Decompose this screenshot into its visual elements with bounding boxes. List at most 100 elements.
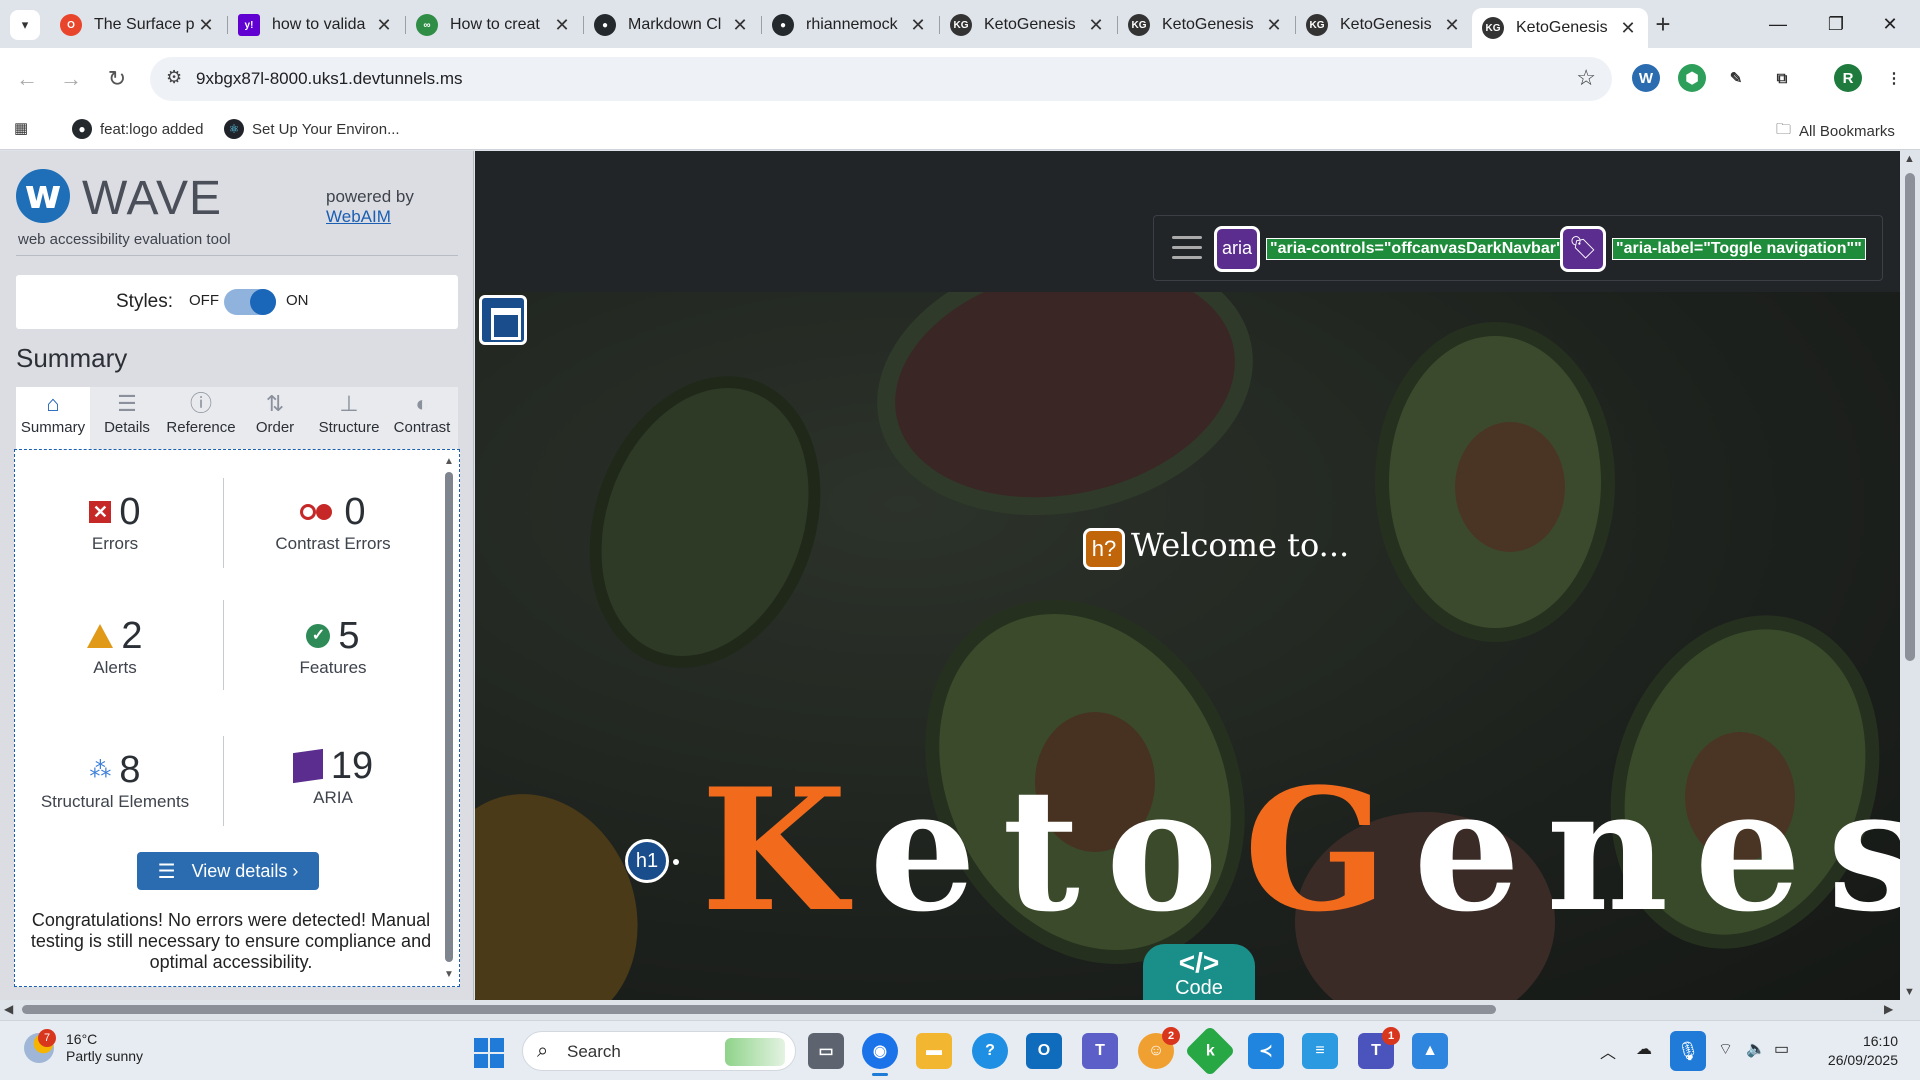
forward-button[interactable]: → bbox=[54, 62, 88, 96]
panel-scrollbar[interactable]: ▲ ▼ bbox=[443, 456, 455, 980]
photos-icon[interactable]: ▲ bbox=[1412, 1033, 1448, 1069]
wave-aria-label-icon[interactable]: 🏷 bbox=[1560, 226, 1606, 272]
start-button[interactable] bbox=[474, 1038, 504, 1068]
time: 16:10 bbox=[1862, 1033, 1898, 1049]
wave-extension-icon[interactable]: W bbox=[1632, 64, 1660, 92]
scroll-thumb[interactable] bbox=[445, 472, 453, 962]
tab-8[interactable]: KG KetoGenesis ✕ bbox=[1295, 8, 1472, 42]
close-icon[interactable]: ✕ bbox=[1618, 18, 1638, 39]
vscode-icon[interactable]: ≺ bbox=[1248, 1033, 1284, 1069]
extensions-icon[interactable]: ⧉ bbox=[1768, 64, 1796, 92]
alerts-stat[interactable]: 2 Alerts bbox=[15, 614, 215, 678]
aria-stat[interactable]: 19 ARIA bbox=[233, 744, 433, 808]
scroll-thumb[interactable] bbox=[1905, 173, 1915, 661]
view-details-button[interactable]: ☰ View details › bbox=[137, 852, 319, 890]
close-icon[interactable]: ✕ bbox=[908, 15, 928, 36]
task-view-icon[interactable]: ▭ bbox=[808, 1033, 844, 1069]
tab-2[interactable]: y! how to valida ✕ bbox=[227, 8, 404, 42]
back-button[interactable]: ← bbox=[10, 62, 44, 96]
tab-4[interactable]: ● Markdown Cl ✕ bbox=[583, 8, 760, 42]
scroll-up-icon[interactable]: ▲ bbox=[443, 456, 455, 467]
notepad-icon[interactable]: ≡ bbox=[1302, 1033, 1338, 1069]
structural-count: 8 bbox=[119, 748, 141, 791]
tab-search-button[interactable]: ▾ bbox=[10, 10, 40, 40]
tab-3[interactable]: ∞ How to creat ✕ bbox=[405, 8, 582, 42]
wave-structure-icon[interactable] bbox=[479, 295, 527, 345]
wave-heading-alert-icon[interactable]: h? bbox=[1083, 528, 1125, 570]
eyedropper-icon[interactable]: ✎ bbox=[1722, 64, 1750, 92]
battery-icon[interactable]: ▭ bbox=[1774, 1039, 1789, 1059]
teams-icon[interactable]: T bbox=[1082, 1033, 1118, 1069]
close-icon[interactable]: ✕ bbox=[730, 15, 750, 36]
tab-structure[interactable]: ⊥ Structure bbox=[312, 387, 386, 449]
tab-contrast[interactable]: ◐ Contrast bbox=[386, 387, 458, 449]
tab-7[interactable]: KG KetoGenesis ✕ bbox=[1117, 8, 1294, 42]
help-icon[interactable]: ? bbox=[972, 1033, 1008, 1069]
wave-aria-icon[interactable]: aria bbox=[1214, 226, 1260, 272]
page-scrollbar[interactable]: ▲ ▼ bbox=[1900, 151, 1920, 1000]
errors-stat[interactable]: ✕ 0 Errors bbox=[15, 490, 215, 554]
styles-toggle[interactable] bbox=[224, 289, 276, 315]
restore-button[interactable]: ❐ bbox=[1806, 8, 1866, 40]
horizontal-scrollbar[interactable]: ◀ ▶ bbox=[0, 1000, 1920, 1020]
hamburger-icon[interactable] bbox=[1172, 236, 1202, 260]
close-icon[interactable]: ✕ bbox=[1442, 15, 1462, 36]
bookmark-react[interactable]: ⚛ Set Up Your Environ... bbox=[224, 119, 400, 139]
close-icon[interactable]: ✕ bbox=[374, 15, 394, 36]
scroll-down-icon[interactable]: ▼ bbox=[443, 969, 455, 980]
tab-6[interactable]: KG KetoGenesis ✕ bbox=[939, 8, 1116, 42]
bookmark-star-icon[interactable]: ☆ bbox=[1576, 65, 1596, 91]
address-bar[interactable]: ⚙ 9xbgx87l-8000.uks1.devtunnels.ms ☆ bbox=[150, 57, 1612, 101]
close-icon[interactable]: ✕ bbox=[196, 15, 216, 36]
wave-h1-icon[interactable]: h1 bbox=[625, 839, 669, 883]
scroll-right-icon[interactable]: ▶ bbox=[1884, 1002, 1893, 1016]
close-icon[interactable]: ✕ bbox=[1264, 15, 1284, 36]
teams-work-icon[interactable]: T1 bbox=[1358, 1027, 1400, 1069]
taskbar-search[interactable]: ⌕ Search bbox=[522, 1031, 796, 1071]
chrome-icon[interactable]: ◉ bbox=[862, 1033, 898, 1069]
wifi-icon[interactable]: ⌔ bbox=[1718, 1039, 1733, 1059]
shield-extension-icon[interactable]: ⬢ bbox=[1678, 64, 1706, 92]
minimize-button[interactable]: — bbox=[1748, 8, 1808, 40]
outlook-icon[interactable]: O bbox=[1026, 1033, 1062, 1069]
new-tab-button[interactable]: + bbox=[1648, 10, 1678, 40]
scroll-up-icon[interactable]: ▲ bbox=[1904, 153, 1915, 165]
webaim-link[interactable]: WebAIM bbox=[326, 207, 391, 226]
chevron-up-icon[interactable]: ︿ bbox=[1600, 1039, 1616, 1063]
discord-icon[interactable]: ☺ 2 bbox=[1138, 1027, 1180, 1069]
menu-icon[interactable]: ⋮ bbox=[1880, 64, 1908, 92]
features-stat[interactable]: ✓ 5 Features bbox=[233, 614, 433, 678]
site-info-icon[interactable]: ⚙ bbox=[166, 67, 182, 88]
apps-grid-icon[interactable]: ▦ bbox=[14, 119, 28, 137]
scroll-left-icon[interactable]: ◀ bbox=[4, 1002, 13, 1016]
weather-condition: Partly sunny bbox=[66, 1048, 144, 1064]
tab-order[interactable]: ⇅ Order bbox=[238, 387, 312, 449]
k-app-icon[interactable]: k bbox=[1184, 1025, 1236, 1077]
profile-avatar[interactable]: R bbox=[1834, 64, 1862, 92]
contrast-errors-stat[interactable]: 0 Contrast Errors bbox=[233, 490, 433, 554]
bookmark-github[interactable]: ● feat:logo added bbox=[72, 119, 203, 139]
scroll-down-icon[interactable]: ▼ bbox=[1904, 986, 1915, 998]
close-icon[interactable]: ✕ bbox=[1086, 15, 1106, 36]
tab-5[interactable]: ● rhiannemock ✕ bbox=[761, 8, 938, 42]
clock[interactable]: 16:10 26/09/2025 bbox=[1818, 1032, 1898, 1070]
all-bookmarks[interactable]: 🗀 All Bookmarks bbox=[1776, 119, 1895, 144]
tab-summary[interactable]: ⌂ Summary bbox=[16, 387, 90, 449]
tab-details[interactable]: ☰ Details bbox=[90, 387, 164, 449]
wave-code-button[interactable]: </> Code bbox=[1143, 944, 1255, 1000]
file-explorer-icon[interactable]: ▬ bbox=[916, 1033, 952, 1069]
volume-icon[interactable]: 🔈 bbox=[1746, 1039, 1766, 1059]
tab-9-active[interactable]: KG KetoGenesis ✕ bbox=[1472, 8, 1648, 48]
onedrive-icon[interactable]: ☁ bbox=[1636, 1039, 1652, 1059]
scroll-thumb[interactable] bbox=[22, 1005, 1496, 1014]
tab-1[interactable]: O The Surface p ✕ bbox=[50, 8, 226, 42]
weather-widget[interactable]: 7 16°C Partly sunny bbox=[24, 1029, 144, 1065]
reload-button[interactable]: ↻ bbox=[100, 62, 134, 96]
structural-stat[interactable]: ⁂ 8 Structural Elements bbox=[15, 748, 215, 812]
url-text[interactable]: 9xbgx87l-8000.uks1.devtunnels.ms bbox=[196, 69, 463, 89]
close-window-button[interactable]: ✕ bbox=[1860, 8, 1920, 40]
navbar-toggler[interactable]: aria "aria-controls="offcanvasDarkNavbar… bbox=[1153, 215, 1883, 281]
microphone-icon[interactable]: 🎙 bbox=[1670, 1031, 1706, 1071]
close-icon[interactable]: ✕ bbox=[552, 15, 572, 36]
tab-reference[interactable]: ⓘ Reference bbox=[164, 387, 238, 449]
